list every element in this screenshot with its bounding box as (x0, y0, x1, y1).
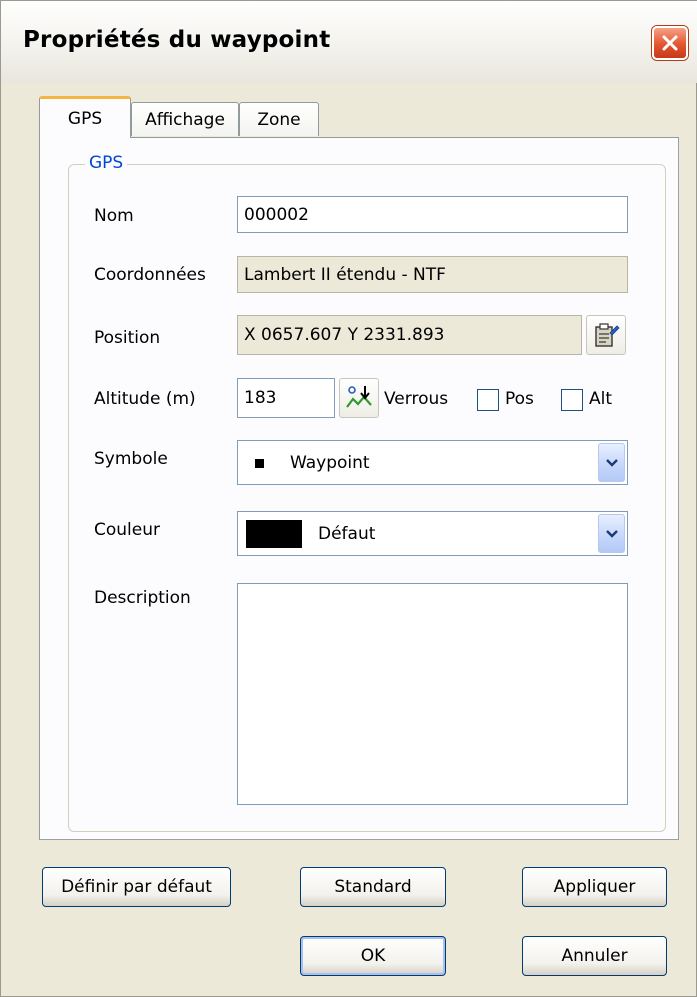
description-textarea[interactable] (237, 583, 628, 805)
tab-zone[interactable]: Zone (239, 102, 319, 136)
couleur-label: Couleur (94, 520, 160, 540)
apply-button[interactable]: Appliquer (522, 867, 667, 907)
get-altitude-button[interactable] (339, 378, 379, 418)
chevron-down-icon (605, 458, 618, 467)
altitude-label: Altitude (m) (94, 389, 196, 409)
symbole-dropdown-button[interactable] (598, 443, 625, 482)
nom-field[interactable]: 000002 (237, 196, 628, 233)
tab-strip: GPS Affichage Zone (39, 96, 679, 138)
cancel-button[interactable]: Annuler (522, 936, 667, 976)
position-field: X 0657.607 Y 2331.893 (237, 315, 582, 355)
standard-button[interactable]: Standard (300, 867, 446, 907)
symbole-value: Waypoint (290, 453, 370, 473)
altitude-field[interactable]: 183 (237, 378, 335, 418)
lock-altitude-checkbox[interactable] (561, 389, 583, 411)
clipboard-edit-icon (595, 323, 620, 347)
pos-label: Pos (505, 389, 534, 409)
tab-panel-gps: GPS Nom 000002 Coordonnées Lambert II ét… (39, 137, 679, 840)
color-swatch (246, 520, 302, 548)
alt-label: Alt (589, 389, 613, 409)
tab-gps[interactable]: GPS (39, 96, 131, 138)
edit-position-button[interactable] (586, 315, 626, 355)
set-default-button[interactable]: Définir par défaut (42, 867, 231, 907)
waypoint-symbol-icon (255, 459, 264, 468)
terrain-download-icon (346, 386, 372, 408)
symbole-select[interactable]: Waypoint (237, 440, 628, 485)
couleur-value: Défaut (318, 524, 376, 544)
dialog-title: Propriétés du waypoint (23, 27, 331, 53)
chevron-down-icon (605, 529, 618, 538)
coordonnees-field: Lambert II étendu - NTF (237, 256, 628, 293)
couleur-select[interactable]: Défaut (237, 511, 628, 556)
description-label: Description (94, 588, 191, 608)
coordonnees-label: Coordonnées (94, 265, 206, 285)
waypoint-properties-dialog: Propriétés du waypoint GPS Affichage Zon… (0, 0, 697, 997)
group-legend: GPS (85, 153, 128, 173)
tab-affichage[interactable]: Affichage (131, 102, 239, 136)
position-label: Position (94, 328, 161, 348)
close-button[interactable] (652, 26, 688, 60)
title-bar[interactable]: Propriétés du waypoint (1, 1, 697, 83)
close-icon (662, 35, 678, 51)
verrous-label: Verrous (384, 389, 449, 409)
symbole-label: Symbole (94, 449, 168, 469)
nom-label: Nom (94, 206, 134, 226)
ok-button[interactable]: OK (300, 936, 446, 976)
couleur-dropdown-button[interactable] (598, 514, 625, 553)
lock-position-checkbox[interactable] (477, 389, 499, 411)
